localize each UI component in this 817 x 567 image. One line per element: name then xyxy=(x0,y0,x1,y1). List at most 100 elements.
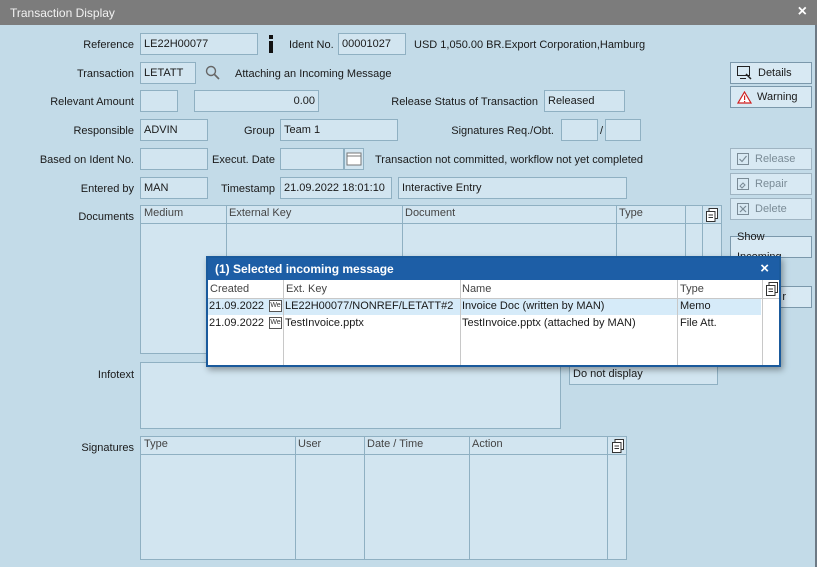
col-document[interactable]: Document xyxy=(405,207,455,219)
release-status-label: Release Status of Transaction xyxy=(391,96,538,108)
grid-divider xyxy=(677,280,678,365)
signatures-req-label: Signatures Req./Obt. xyxy=(451,125,554,137)
search-icon[interactable] xyxy=(205,65,221,81)
cell-name: TestInvoice.pptx (attached by MAN) xyxy=(462,317,636,329)
transaction-field[interactable]: LETATT xyxy=(140,62,196,84)
workflow-note: Transaction not committed, workflow not … xyxy=(375,154,643,166)
web-document-icon: We xyxy=(269,300,282,313)
timestamp-field[interactable]: 21.09.2022 18:01:10 xyxy=(280,177,392,199)
reference-field[interactable]: LE22H00077 xyxy=(140,33,258,55)
dialog-close-icon[interactable]: × xyxy=(760,260,769,277)
grid-divider xyxy=(364,437,365,559)
calendar-icon[interactable] xyxy=(344,148,364,170)
ident-summary: USD 1,050.00 BR.Export Corporation,Hambu… xyxy=(414,39,646,51)
group-field[interactable]: Team 1 xyxy=(280,119,398,141)
repair-icon xyxy=(737,177,749,190)
dialog-row[interactable]: 21.09.2022 We TestInvoice.pptx TestInvoi… xyxy=(208,316,761,332)
documents-grid-header: Medium External Key Document Type xyxy=(141,206,721,224)
partially-hidden-label: r xyxy=(782,291,786,303)
col-ext-key[interactable]: Ext. Key xyxy=(286,283,327,295)
release-label: Release xyxy=(755,153,796,165)
copy-document-icon[interactable] xyxy=(766,282,778,296)
details-button[interactable]: Details xyxy=(730,62,812,84)
repair-button[interactable]: Repair xyxy=(730,173,812,195)
signatures-slash: / xyxy=(600,125,604,137)
col-sig-action[interactable]: Action xyxy=(472,438,503,450)
release-icon xyxy=(737,152,749,165)
relevant-amount-label: Relevant Amount xyxy=(50,96,134,108)
documents-label: Documents xyxy=(78,211,134,223)
signatures-label: Signatures xyxy=(81,442,134,454)
ident-no-label: Ident No. xyxy=(289,39,334,51)
entered-by-label: Entered by xyxy=(80,183,134,195)
window-title: Transaction Display xyxy=(10,6,115,20)
delete-icon xyxy=(737,202,749,215)
warning-button[interactable]: Warning xyxy=(730,86,812,108)
web-document-icon: We xyxy=(269,317,282,330)
close-icon[interactable]: × xyxy=(798,3,807,21)
cell-created: 21.09.2022 xyxy=(209,300,265,312)
grid-divider xyxy=(295,437,296,559)
delete-button[interactable]: Delete xyxy=(730,198,812,220)
signatures-obt-field[interactable] xyxy=(605,119,641,141)
transaction-desc: Attaching an Incoming Message xyxy=(235,68,392,80)
signatures-grid[interactable]: Type User Date / Time Action xyxy=(140,436,627,560)
reference-label: Reference xyxy=(83,39,134,51)
col-external-key[interactable]: External Key xyxy=(229,207,291,219)
delete-label: Delete xyxy=(755,203,787,215)
entered-by-field[interactable]: MAN xyxy=(140,177,208,199)
col-sig-user[interactable]: User xyxy=(298,438,321,450)
signatures-grid-header: Type User Date / Time Action xyxy=(141,437,626,455)
execut-date-label: Execut. Date xyxy=(212,154,275,166)
responsible-label: Responsible xyxy=(73,125,134,137)
grid-divider xyxy=(762,280,763,365)
col-medium[interactable]: Medium xyxy=(144,207,183,219)
cell-type: Memo xyxy=(680,300,711,312)
responsible-field[interactable]: ADVIN xyxy=(140,119,208,141)
col-sig-datetime[interactable]: Date / Time xyxy=(367,438,423,450)
col-sig-type[interactable]: Type xyxy=(144,438,168,450)
execut-date-field[interactable] xyxy=(280,148,344,170)
dialog-row-selected[interactable]: 21.09.2022 We LE22H00077/NONREF/LETATT#2… xyxy=(208,299,761,315)
col-created[interactable]: Created xyxy=(210,283,249,295)
relevant-amount-field[interactable]: 0.00 xyxy=(194,90,319,112)
transaction-label: Transaction xyxy=(76,68,134,80)
copy-document-icon[interactable] xyxy=(612,439,624,453)
details-label: Details xyxy=(758,67,792,79)
cell-ext-key: LE22H00077/NONREF/LETATT#2 xyxy=(285,300,454,312)
ident-no-field[interactable]: 00001027 xyxy=(338,33,406,55)
col-name[interactable]: Name xyxy=(462,283,491,295)
grid-divider xyxy=(460,280,461,365)
timestamp-label: Timestamp xyxy=(221,183,275,195)
grid-divider xyxy=(607,437,608,559)
warning-label: Warning xyxy=(757,91,798,103)
infotext-field[interactable] xyxy=(140,362,561,429)
grid-divider xyxy=(283,280,284,365)
signatures-req-field[interactable] xyxy=(561,119,598,141)
cell-created: 21.09.2022 xyxy=(209,317,265,329)
dialog-grid-header: Created Ext. Key Name Type xyxy=(208,280,779,299)
details-icon xyxy=(737,66,752,80)
col-type[interactable]: Type xyxy=(619,207,643,219)
cell-name: Invoice Doc (written by MAN) xyxy=(462,300,605,312)
show-incoming-button[interactable]: Show Incoming xyxy=(730,231,812,263)
info-icon[interactable] xyxy=(266,35,276,53)
relevant-amount-currency-field[interactable] xyxy=(140,90,178,112)
entry-type-field[interactable]: Interactive Entry xyxy=(398,177,627,199)
cell-ext-key: TestInvoice.pptx xyxy=(285,317,364,329)
dialog-title: (1) Selected incoming message xyxy=(215,262,394,276)
release-button[interactable]: Release xyxy=(730,148,812,170)
warning-icon xyxy=(737,90,752,104)
repair-label: Repair xyxy=(755,178,788,190)
infotext-display-select[interactable]: Do not display xyxy=(569,364,718,385)
window-titlebar: Transaction Display × xyxy=(0,0,817,25)
copy-document-icon[interactable] xyxy=(706,208,718,222)
based-on-ident-field[interactable] xyxy=(140,148,208,170)
col-type[interactable]: Type xyxy=(680,283,704,295)
release-status-field[interactable]: Released xyxy=(544,90,625,112)
infotext-label: Infotext xyxy=(97,369,134,381)
incoming-message-dialog: (1) Selected incoming message × Created … xyxy=(206,256,781,367)
based-on-ident-label: Based on Ident No. xyxy=(39,154,134,166)
cell-type: File Att. xyxy=(680,317,717,329)
dialog-titlebar: (1) Selected incoming message × xyxy=(208,258,779,280)
